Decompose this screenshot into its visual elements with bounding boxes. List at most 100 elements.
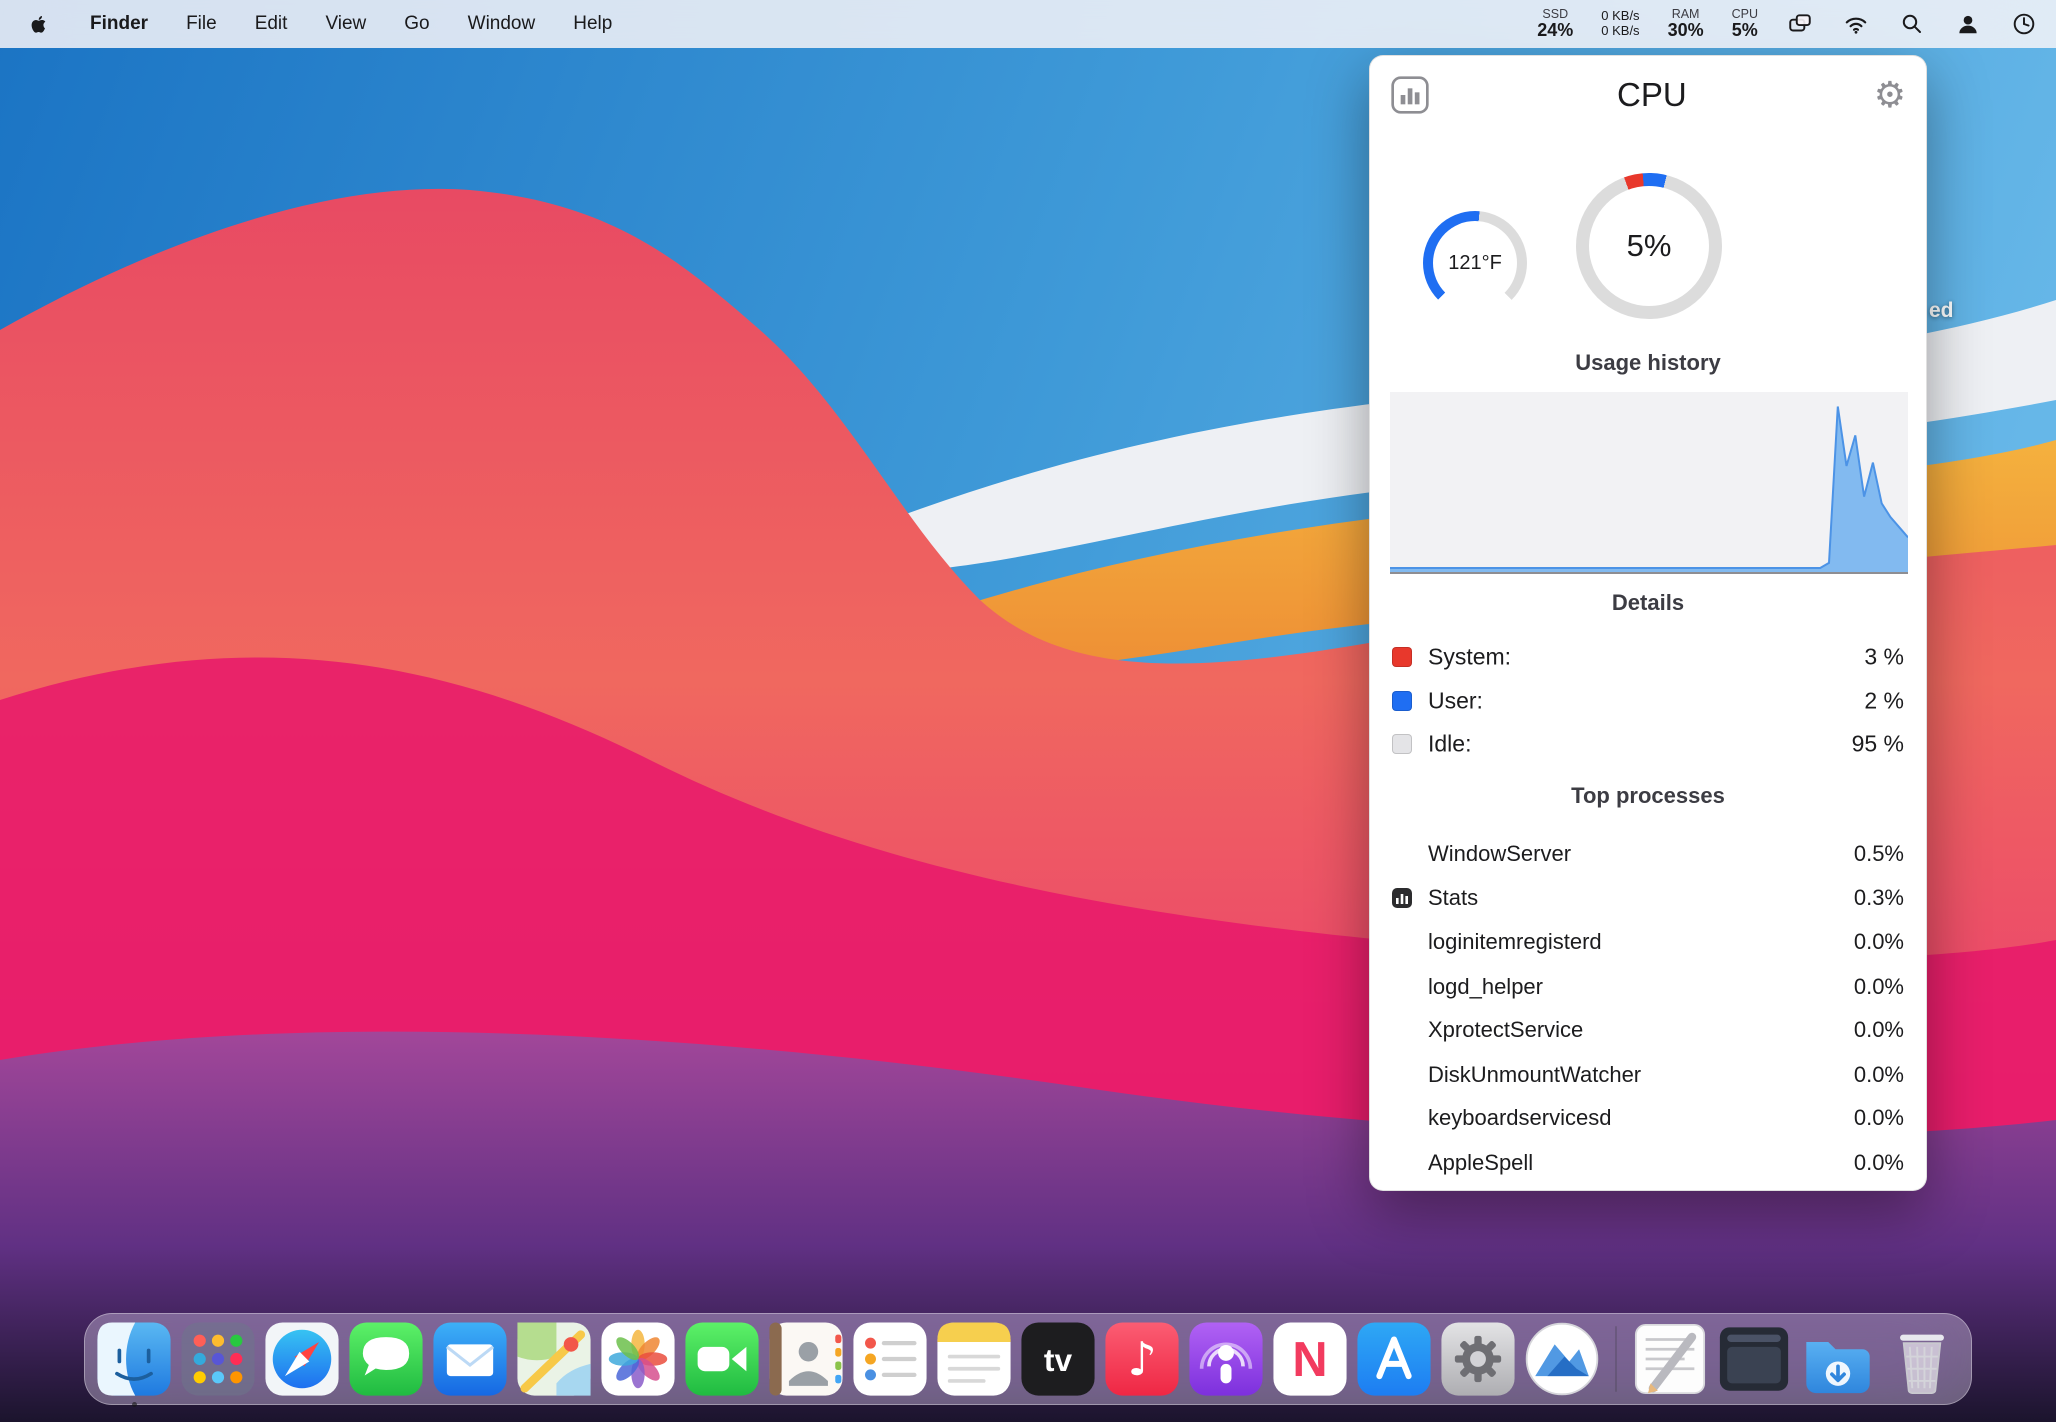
apple-icon [30, 14, 47, 35]
menu-go[interactable]: Go [404, 13, 429, 35]
status-network[interactable]: 0 KB/s 0 KB/s [1601, 9, 1639, 39]
dock-item-maps[interactable] [515, 1320, 593, 1398]
dock-item-reminders[interactable] [851, 1320, 929, 1398]
usage-history-chart [1390, 392, 1908, 574]
network-down: 0 KB/s [1601, 24, 1639, 39]
dock-separator [1615, 1326, 1617, 1392]
downloads-folder-icon [1799, 1320, 1877, 1398]
system-preferences-icon [1439, 1320, 1517, 1398]
status-ssd[interactable]: SSD 24% [1537, 8, 1573, 40]
process-name: DiskUnmountWatcher [1428, 1062, 1641, 1088]
desktop-icon-label-partial[interactable]: ed [1929, 299, 1954, 323]
usage-area-line [1390, 407, 1908, 569]
dock-item-photos[interactable] [599, 1320, 677, 1398]
user-switch-icon[interactable] [1954, 10, 1982, 38]
dock-item-messages[interactable] [347, 1320, 425, 1398]
stats-app-icon [1392, 888, 1412, 908]
dock-item-music[interactable]: ♪ [1103, 1320, 1181, 1398]
dock-item-finder[interactable] [95, 1320, 173, 1398]
process-value: 0.0% [1854, 1062, 1904, 1088]
dock-item-safari[interactable] [263, 1320, 341, 1398]
temperature-value: 121°F [1423, 211, 1527, 315]
process-name: XprotectService [1428, 1017, 1583, 1043]
dock-item-news[interactable]: N [1271, 1320, 1349, 1398]
process-row: keyboardservicesd 0.0% [1370, 1096, 1926, 1140]
tv-icon: tv [1019, 1320, 1097, 1398]
panel-header: CPU ⚙ [1370, 56, 1926, 134]
dock-item-mail[interactable] [431, 1320, 509, 1398]
idle-color-swatch [1392, 734, 1412, 754]
stats-app-dock-icon [1523, 1320, 1601, 1398]
details-title: Details [1370, 590, 1926, 616]
contacts-icon [767, 1320, 845, 1398]
apple-menu[interactable] [24, 10, 52, 38]
panel-title: CPU [1617, 76, 1687, 114]
ssd-value: 24% [1537, 21, 1573, 40]
menu-view[interactable]: View [325, 13, 366, 35]
dock-item-tv[interactable]: tv [1019, 1320, 1097, 1398]
facetime-icon [683, 1320, 761, 1398]
process-row: logd_helper 0.0% [1370, 965, 1926, 1009]
maps-icon [515, 1320, 593, 1398]
detail-value: 95 % [1852, 731, 1904, 758]
process-value: 0.0% [1854, 1105, 1904, 1131]
dock-item-system-preferences[interactable] [1439, 1320, 1517, 1398]
process-name: Stats [1428, 885, 1478, 911]
svg-text:tv: tv [1044, 1342, 1073, 1378]
dock-item-stats[interactable] [1523, 1320, 1601, 1398]
process-value: 0.0% [1854, 1017, 1904, 1043]
dock: tv ♪ N [84, 1313, 1972, 1405]
dock-item-contacts[interactable] [767, 1320, 845, 1398]
process-row: AppleSpell 0.0% [1370, 1141, 1926, 1185]
detail-label: User: [1428, 688, 1483, 715]
process-row: WindowServer 0.5% [1370, 832, 1926, 876]
dock-item-launchpad[interactable] [179, 1320, 257, 1398]
cpu-value: 5% [1732, 21, 1758, 40]
menu-help[interactable]: Help [573, 13, 612, 35]
top-processes-title: Top processes [1370, 783, 1926, 809]
dock-item-textedit[interactable] [1631, 1320, 1709, 1398]
menu-app-name[interactable]: Finder [90, 13, 148, 35]
detail-row-system: System: 3 % [1370, 635, 1926, 679]
status-cpu[interactable]: CPU 5% [1732, 8, 1758, 40]
menu-file[interactable]: File [186, 13, 217, 35]
process-value: 0.0% [1854, 1150, 1904, 1176]
menu-window[interactable]: Window [468, 13, 536, 35]
system-color-swatch [1392, 647, 1412, 667]
finder-icon [95, 1320, 173, 1398]
launchpad-icon [179, 1320, 257, 1398]
detail-row-idle: Idle: 95 % [1370, 722, 1926, 766]
mail-icon [431, 1320, 509, 1398]
process-name: AppleSpell [1428, 1150, 1533, 1176]
detail-label: System: [1428, 644, 1511, 671]
stats-cpu-panel: CPU ⚙ 121°F 5% Usage history Details Sys… [1369, 55, 1927, 1191]
trash-icon [1883, 1320, 1961, 1398]
gear-icon[interactable]: ⚙ [1874, 77, 1906, 113]
process-value: 0.0% [1854, 974, 1904, 1000]
temperature-gauge: 121°F [1423, 211, 1527, 315]
wifi-icon[interactable] [1842, 10, 1870, 38]
dock-item-app-store[interactable] [1355, 1320, 1433, 1398]
process-name: WindowServer [1428, 841, 1571, 867]
clock-icon[interactable] [2010, 10, 2038, 38]
dock-item-facetime[interactable] [683, 1320, 761, 1398]
notes-icon [935, 1320, 1013, 1398]
detail-value: 3 % [1864, 644, 1904, 671]
process-row: XprotectService 0.0% [1370, 1008, 1926, 1052]
cpu-usage-gauge: 5% [1576, 173, 1722, 319]
displays-icon[interactable] [1786, 10, 1814, 38]
reminders-icon [851, 1320, 929, 1398]
dock-item-trash[interactable] [1883, 1320, 1961, 1398]
dock-item-dark-window[interactable] [1715, 1320, 1793, 1398]
dock-item-notes[interactable] [935, 1320, 1013, 1398]
spotlight-icon[interactable] [1898, 10, 1926, 38]
ram-value: 30% [1668, 21, 1704, 40]
activity-chart-icon[interactable] [1390, 75, 1430, 115]
podcasts-icon [1187, 1320, 1265, 1398]
dock-item-downloads[interactable] [1799, 1320, 1877, 1398]
dock-item-podcasts[interactable] [1187, 1320, 1265, 1398]
status-ram[interactable]: RAM 30% [1668, 8, 1704, 40]
menu-edit[interactable]: Edit [255, 13, 288, 35]
process-name: keyboardservicesd [1428, 1105, 1611, 1131]
safari-icon [263, 1320, 341, 1398]
